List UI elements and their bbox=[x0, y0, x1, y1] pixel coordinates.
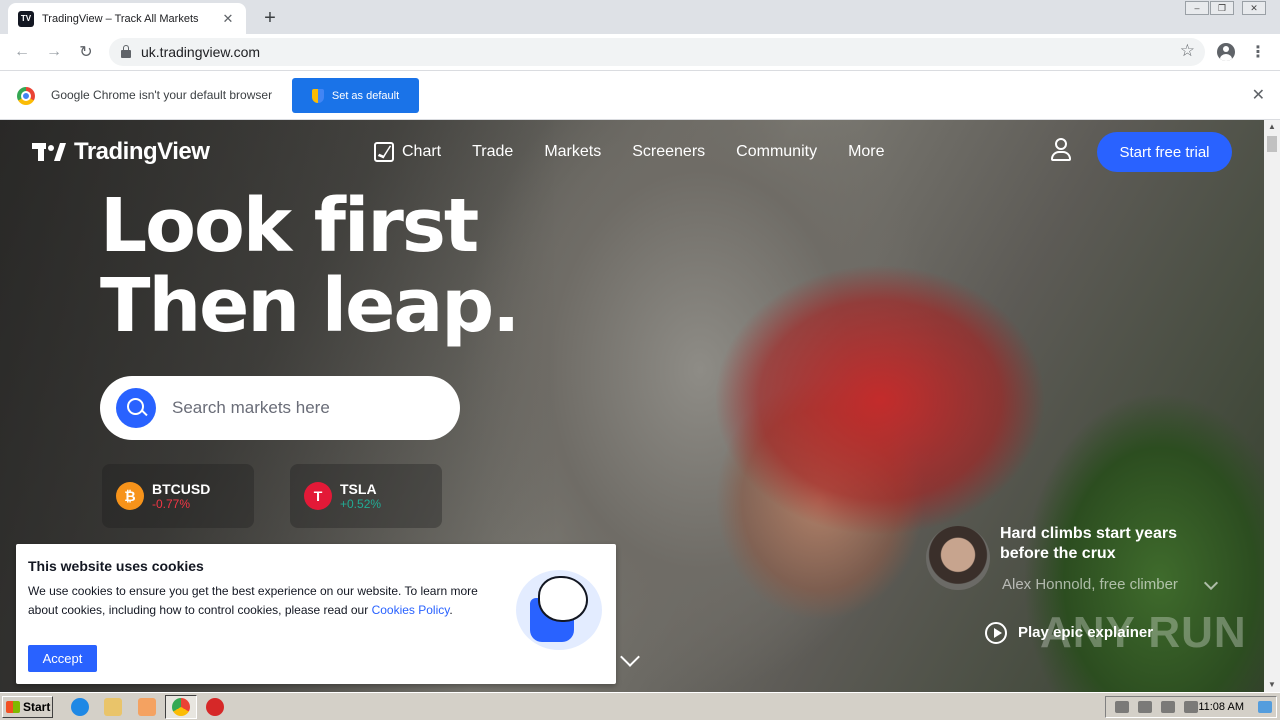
page-scrollbar[interactable]: ▲ ▼ bbox=[1264, 120, 1280, 692]
file-explorer-icon[interactable] bbox=[104, 698, 122, 716]
cookie-accept-button[interactable]: Accept bbox=[28, 645, 97, 672]
user-account-icon[interactable] bbox=[1050, 138, 1072, 162]
chevron-down-icon[interactable] bbox=[1203, 575, 1219, 591]
taskbar-clock[interactable]: 11:08 AM bbox=[1198, 701, 1244, 713]
hero-quote: Hard climbs start years before the crux bbox=[1000, 525, 1177, 562]
logo-wordmark: TradingView bbox=[74, 138, 210, 165]
profile-avatar-icon bbox=[1217, 43, 1235, 61]
volume-icon[interactable] bbox=[1138, 701, 1152, 713]
ticker-change: +0.52% bbox=[340, 497, 382, 511]
scroll-up-arrow-icon[interactable]: ▲ bbox=[1264, 120, 1280, 134]
main-nav: Chart Trade Markets Screeners Community … bbox=[374, 142, 916, 162]
ticker-btcusd[interactable]: ₿ BTCUSD -0.77% bbox=[102, 464, 254, 528]
search-icon[interactable] bbox=[116, 388, 156, 428]
nav-item-screeners[interactable]: Screeners bbox=[632, 143, 705, 161]
ticker-symbol: TSLA bbox=[340, 481, 377, 497]
address-bar[interactable]: uk.tradingview.com ☆ bbox=[109, 38, 1205, 66]
cookie-title: This website uses cookies bbox=[28, 558, 204, 574]
tab-title: TradingView – Track All Markets bbox=[42, 12, 199, 25]
start-free-trial-button[interactable]: Start free trial bbox=[1097, 132, 1232, 172]
search-placeholder: Search markets here bbox=[172, 398, 330, 417]
action-center-flag-icon[interactable] bbox=[1184, 701, 1198, 713]
system-tray: 11:08 AM bbox=[1105, 696, 1277, 718]
network-icon[interactable] bbox=[1161, 701, 1175, 713]
nav-item-chart[interactable]: Chart bbox=[374, 142, 441, 162]
media-player-icon[interactable] bbox=[138, 698, 156, 716]
cookie-body: We use cookies to ensure you get the bes… bbox=[28, 582, 508, 620]
default-browser-infobar: Google Chrome isn't your default browser… bbox=[0, 71, 1280, 120]
reload-icon[interactable]: ↻ bbox=[74, 40, 98, 64]
nav-item-community[interactable]: Community bbox=[736, 143, 817, 161]
lock-icon bbox=[121, 45, 131, 58]
back-icon[interactable]: ← bbox=[10, 40, 34, 64]
minimize-icon[interactable]: – bbox=[1185, 1, 1209, 15]
hero-headline: Look first Then leap. bbox=[100, 183, 520, 349]
climber-avatar bbox=[926, 526, 990, 590]
cookie-tail: . bbox=[449, 603, 453, 617]
restore-icon[interactable]: ❐ bbox=[1210, 1, 1234, 15]
show-desktop-icon[interactable] bbox=[1258, 701, 1272, 713]
internet-explorer-icon[interactable] bbox=[71, 698, 89, 716]
play-icon[interactable] bbox=[985, 622, 1007, 644]
tradingview-mark-icon bbox=[32, 141, 68, 163]
new-tab-button[interactable]: + bbox=[258, 6, 282, 30]
set-as-default-button[interactable]: Set as default bbox=[292, 78, 419, 113]
nav-item-label: Chart bbox=[402, 143, 442, 160]
cookie-banner: This website uses cookies We use cookies… bbox=[16, 544, 616, 684]
windows-flag-icon bbox=[6, 701, 20, 713]
ticker-change: -0.77% bbox=[152, 497, 191, 511]
quote-author: Alex Honnold, free climber bbox=[1002, 576, 1178, 593]
tray-expand-icon[interactable] bbox=[1115, 701, 1129, 713]
nav-item-trade[interactable]: Trade bbox=[472, 143, 513, 161]
browser-tab-strip: TV TradingView – Track All Markets ✕ + –… bbox=[0, 0, 1280, 34]
tradingview-logo[interactable]: TradingView bbox=[32, 138, 210, 166]
set-as-default-label: Set as default bbox=[331, 89, 400, 102]
hero-line-1: Look first bbox=[100, 183, 479, 269]
scroll-down-chevron-icon[interactable] bbox=[620, 647, 640, 667]
chrome-menu-icon[interactable]: ⋮ bbox=[1246, 40, 1270, 64]
scrollbar-thumb[interactable] bbox=[1267, 136, 1277, 152]
scroll-down-arrow-icon[interactable]: ▼ bbox=[1264, 678, 1280, 692]
browser-toolbar: ← → ↻ uk.tradingview.com ☆ ⋮ bbox=[0, 34, 1280, 71]
nav-item-markets[interactable]: Markets bbox=[544, 143, 601, 161]
bookmark-star-icon[interactable]: ☆ bbox=[1180, 41, 1195, 61]
chart-icon bbox=[374, 142, 394, 162]
hero-line-2: Then leap. bbox=[100, 263, 520, 349]
tradingview-favicon-icon: TV bbox=[18, 10, 34, 27]
ticker-symbol: BTCUSD bbox=[152, 481, 211, 497]
profile-button[interactable] bbox=[1214, 40, 1238, 64]
start-button[interactable]: Start bbox=[2, 696, 53, 718]
bitcoin-icon: ₿ bbox=[116, 482, 144, 510]
windows-taskbar: Start 11:08 AM bbox=[0, 692, 1280, 720]
chrome-logo-icon bbox=[17, 87, 35, 105]
uac-shield-icon bbox=[311, 88, 324, 103]
nav-item-more[interactable]: More bbox=[848, 143, 884, 161]
ticker-tsla[interactable]: T TSLA +0.52% bbox=[290, 464, 442, 528]
market-search-input[interactable]: Search markets here bbox=[100, 376, 460, 440]
browser-tab[interactable]: TV TradingView – Track All Markets ✕ bbox=[8, 3, 246, 34]
tesla-icon: T bbox=[304, 482, 332, 510]
play-explainer-link[interactable]: Play epic explainer bbox=[1018, 624, 1153, 641]
opera-icon[interactable] bbox=[206, 698, 224, 716]
tab-close-icon[interactable]: ✕ bbox=[220, 11, 236, 27]
close-window-icon[interactable]: ✕ bbox=[1242, 1, 1266, 15]
url-text: uk.tradingview.com bbox=[141, 44, 261, 60]
cookies-policy-link[interactable]: Cookies Policy bbox=[372, 603, 450, 617]
infobar-close-icon[interactable]: ✕ bbox=[1252, 85, 1265, 105]
chrome-taskbar-icon bbox=[172, 698, 190, 716]
forward-icon[interactable]: → bbox=[42, 40, 66, 64]
infobar-message: Google Chrome isn't your default browser bbox=[51, 88, 273, 102]
cookie-jar-illustration-icon bbox=[512, 562, 604, 652]
start-label: Start bbox=[23, 700, 51, 714]
